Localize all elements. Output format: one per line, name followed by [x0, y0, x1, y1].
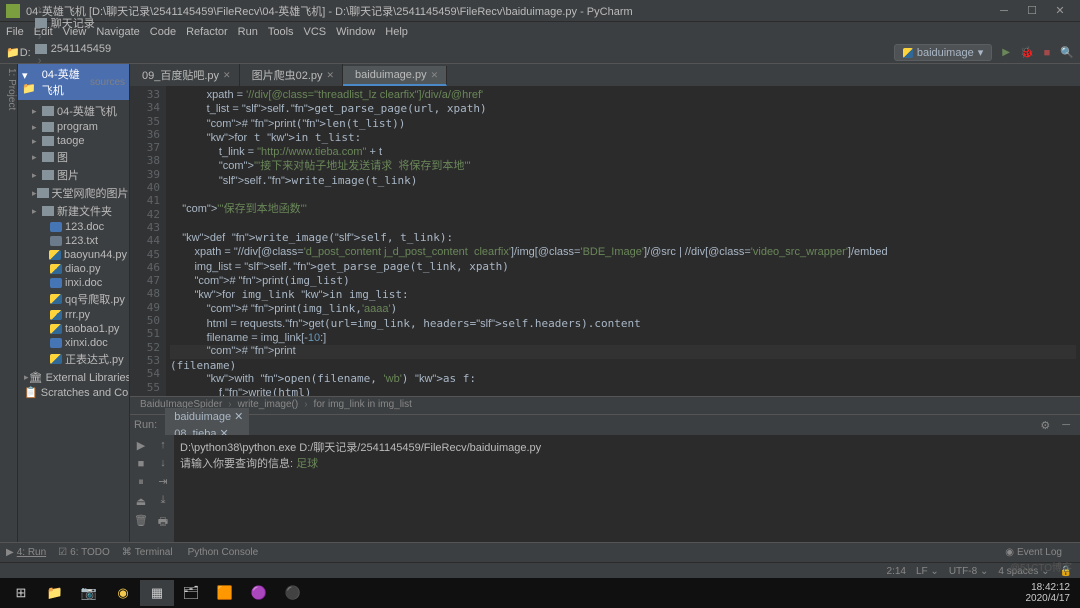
main-menu: FileEditViewNavigateCodeRefactorRunTools… [0, 22, 1080, 42]
gear-icon[interactable]: ⚙ [1040, 419, 1050, 432]
menu-help[interactable]: Help [385, 26, 408, 38]
run-button[interactable]: ▶ [1002, 47, 1010, 58]
project-tool-strip[interactable]: 1: Project [0, 64, 18, 542]
close-button[interactable]: ✕ [1046, 4, 1074, 17]
editor-tab[interactable]: 09_百度贴吧.py✕ [130, 64, 240, 86]
tree-item[interactable]: baoyun44.py [18, 248, 129, 262]
menu-run[interactable]: Run [238, 26, 258, 38]
menu-refactor[interactable]: Refactor [186, 26, 228, 38]
wrap-icon[interactable]: ⇥ [158, 475, 167, 488]
editor-tab[interactable]: baiduimage.py✕ [343, 66, 447, 86]
tree-item[interactable]: ▸program [18, 120, 129, 134]
external-libraries[interactable]: ▸🏛 External Libraries [18, 370, 129, 385]
scroll-icon[interactable]: ⤓ [161, 494, 166, 507]
tree-item[interactable]: 123.txt [18, 234, 129, 248]
breadcrumb[interactable]: 📁 D: [6, 46, 31, 59]
tree-item[interactable]: xinxi.doc [18, 336, 129, 350]
scratches[interactable]: 📋 Scratches and Conso [18, 385, 129, 400]
file-encoding[interactable]: UTF-8 ⌄ [949, 566, 989, 577]
run-label: Run: [134, 419, 157, 431]
search-icon[interactable]: 🔍 [1060, 46, 1074, 59]
tree-item[interactable]: ▸图片 [18, 166, 129, 184]
stop-button[interactable]: ■ [1044, 47, 1051, 59]
start-button[interactable]: ⊞ [4, 580, 38, 606]
window-titlebar: 04-英雄飞机 [D:\聊天记录\2541145459\FileRecv\04-… [0, 0, 1080, 22]
run-panel: Run: baiduimage✕08_tieba✕ ⚙ ─ ▶ ■ ⏸ ⏏ 🗑 [130, 414, 1080, 542]
tree-item[interactable]: ▸新建文件夹 [18, 202, 129, 220]
watermark: @51CTO博客 [1010, 559, 1072, 574]
breadcrumb[interactable]: 2541145459 [35, 43, 123, 55]
breadcrumb[interactable]: 聊天记录 [35, 15, 123, 31]
app-icon [6, 4, 20, 18]
debug-button[interactable]: 🐞 [1020, 46, 1034, 59]
system-clock[interactable]: 18:42:122020/4/17 [1026, 582, 1077, 604]
exit-icon[interactable]: ⏏ [136, 495, 146, 508]
tree-item[interactable]: inxi.doc [18, 276, 129, 290]
task-app1[interactable]: 🗂 [174, 580, 208, 606]
tree-item[interactable]: diao.py [18, 262, 129, 276]
menu-vcs[interactable]: VCS [304, 26, 327, 38]
menu-code[interactable]: Code [150, 26, 176, 38]
task-app4[interactable]: ⚫ [276, 580, 310, 606]
tool-terminal[interactable]: ⌘ Terminal [122, 547, 173, 558]
rerun-icon[interactable]: ▶ [137, 439, 145, 452]
line-separator[interactable]: LF ⌄ [916, 566, 939, 577]
task-app2[interactable]: 🟧 [208, 580, 242, 606]
tree-item[interactable]: rrr.py [18, 308, 129, 322]
tool-todo[interactable]: ☑ 6: TODO [58, 547, 110, 558]
code-breadcrumb[interactable]: BaiduImageSpider› write_image()› for img… [130, 396, 1080, 414]
task-app3[interactable]: 🟣 [242, 580, 276, 606]
navigation-bar: 📁 D: ›聊天记录›2541145459›FileRecv›baiduimag… [0, 42, 1080, 64]
maximize-button[interactable]: ☐ [1018, 4, 1046, 17]
task-pycharm[interactable]: ▦ [140, 580, 174, 606]
tree-item[interactable]: ▸04-英雄飞机 [18, 102, 129, 120]
run-tab[interactable]: baiduimage✕ [165, 408, 249, 425]
tree-item[interactable]: 正表达式.py [18, 350, 129, 368]
hide-icon[interactable]: ─ [1062, 419, 1070, 431]
tool-python-console[interactable]: Python Console [185, 547, 259, 558]
close-icon[interactable]: ✕ [223, 70, 231, 81]
tree-item[interactable]: taobao1.py [18, 322, 129, 336]
run-config-selector[interactable]: baiduimage ▾ [894, 44, 992, 61]
project-root[interactable]: ▾ 📁04-英雄飞机sources [18, 64, 129, 100]
stop-icon[interactable]: ■ [138, 458, 145, 470]
project-tree: ▾ 📁04-英雄飞机sources ▸04-英雄飞机▸program▸taoge… [18, 64, 130, 542]
menu-window[interactable]: Window [336, 26, 375, 38]
chevron-down-icon: ▾ [978, 46, 984, 59]
task-explorer[interactable]: 📁 [38, 580, 72, 606]
windows-taskbar: ⊞ 📁 📷 ◉ ▦ 🗂 🟧 🟣 ⚫ 18:42:122020/4/17 [0, 578, 1080, 608]
close-icon[interactable]: ✕ [431, 70, 439, 81]
tree-item[interactable]: 123.doc [18, 220, 129, 234]
bottom-toolbar: ▶ 4: Run ☑ 6: TODO ⌘ Terminal Python Con… [0, 542, 1080, 562]
editor: 09_百度贴吧.py✕图片爬虫02.py✕baiduimage.py✕ 33 3… [130, 64, 1080, 542]
editor-tab[interactable]: 图片爬虫02.py✕ [240, 64, 343, 86]
caret-position[interactable]: 2:14 [887, 566, 906, 577]
tree-item[interactable]: ▸天堂网爬的图片 [18, 184, 129, 202]
event-log[interactable]: ◉ Event Log [1005, 547, 1062, 558]
editor-tabs: 09_百度贴吧.py✕图片爬虫02.py✕baiduimage.py✕ [130, 64, 1080, 86]
run-output[interactable]: D:\python38\python.exe D:/聊天记录/254114545… [174, 435, 1080, 542]
python-icon [903, 48, 913, 58]
tool-run[interactable]: ▶ 4: Run [6, 547, 46, 558]
tree-item[interactable]: qq号爬取.py [18, 290, 129, 308]
menu-tools[interactable]: Tools [268, 26, 294, 38]
print-icon[interactable]: 🖶 [158, 513, 168, 532]
tree-item[interactable]: ▸taoge [18, 134, 129, 148]
tree-item[interactable]: ▸图 [18, 148, 129, 166]
minimize-button[interactable]: ─ [990, 5, 1018, 17]
trash-icon[interactable]: 🗑 [134, 514, 148, 527]
close-icon[interactable]: ✕ [327, 70, 335, 81]
up-icon[interactable]: ↑ [160, 439, 166, 451]
pause-icon[interactable]: ⏸ [138, 476, 144, 489]
line-gutter: 33 34 35 36 37 38 39 40 41 42 43 44 45 4… [130, 86, 166, 396]
down-icon[interactable]: ↓ [160, 457, 166, 469]
task-chrome[interactable]: ◉ [106, 580, 140, 606]
run-controls: ▶ ■ ⏸ ⏏ 🗑 ↑ ↓ ⇥ ⤓ 🖶 [130, 435, 174, 542]
task-camera[interactable]: 📷 [72, 580, 106, 606]
menu-file[interactable]: File [6, 26, 24, 38]
code-area[interactable]: xpath = '//div[@class="threadlist_lz cle… [166, 86, 1080, 396]
